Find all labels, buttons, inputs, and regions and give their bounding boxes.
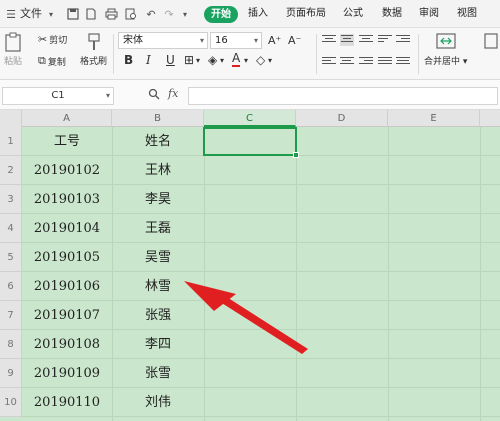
italic-button[interactable]: I	[146, 53, 151, 67]
align-middle-icon[interactable]	[340, 34, 354, 46]
paste-icon	[5, 32, 21, 52]
menu-bar: ☰ 文件 ▾ ↶ ↷ ▾ 开始 插入 页面布局 公式 数据 审阅 视图	[0, 0, 500, 28]
copy-label: 复制	[47, 57, 66, 68]
eraser-icon[interactable]: ◇	[256, 53, 265, 67]
wrap-text-icon[interactable]	[378, 35, 392, 47]
chevron-down-icon[interactable]: ▾	[220, 56, 224, 65]
name-box-value: C1	[51, 90, 65, 101]
merge-center-label: 合并居中 ▾	[424, 57, 468, 67]
chevron-down-icon: ▾	[105, 91, 110, 100]
formula-bar: C1 ▾ fx	[0, 80, 500, 110]
chevron-down-icon: ▾	[253, 36, 258, 45]
save-icon[interactable]	[66, 7, 80, 21]
quick-access-more-icon[interactable]: ▾	[178, 7, 192, 21]
merge-cells-icon	[436, 33, 456, 49]
red-arrow-annotation	[184, 281, 308, 354]
divider	[113, 34, 114, 74]
distributed-icon[interactable]	[396, 57, 410, 69]
align-top-icon[interactable]	[322, 35, 336, 47]
merge-center-button[interactable]: 合并居中 ▾	[424, 32, 467, 67]
spreadsheet-grid[interactable]: A B C D E 1 工号 姓名 2 20190102 王林 3 20190103 李昊 4 20…	[0, 110, 500, 421]
chevron-down-icon: ▾	[199, 36, 204, 45]
font-color-button[interactable]: A	[232, 52, 241, 67]
chevron-down-icon[interactable]: ▾	[44, 7, 58, 21]
bold-button[interactable]: B	[124, 53, 133, 67]
paste-label: 粘贴	[4, 57, 23, 67]
font-name-select[interactable]: 宋体 ▾	[118, 32, 208, 49]
tab-insert[interactable]: 插入	[248, 0, 268, 28]
copy-button[interactable]: ⧉ 复制	[38, 54, 66, 68]
redo-icon[interactable]: ↷	[162, 7, 176, 21]
align-right-icon[interactable]	[359, 57, 373, 69]
chevron-down-icon[interactable]: ▾	[268, 56, 272, 65]
align-bottom-icon[interactable]	[359, 35, 373, 47]
cut-button[interactable]: ✂ 剪切	[38, 33, 67, 46]
font-name-value: 宋体	[123, 35, 143, 46]
tab-view[interactable]: 视图	[457, 0, 477, 28]
export-pdf-icon[interactable]	[84, 7, 98, 21]
justify-icon[interactable]	[378, 57, 392, 69]
tab-home[interactable]: 开始	[204, 6, 238, 23]
border-icon[interactable]: ⊞	[184, 53, 194, 67]
divider	[316, 34, 317, 74]
indent-icon[interactable]	[396, 35, 410, 47]
divider	[418, 34, 419, 74]
file-menu[interactable]: 文件	[20, 0, 42, 28]
print-preview-icon[interactable]	[124, 7, 138, 21]
font-size-value: 16	[215, 35, 228, 46]
align-center-icon[interactable]	[340, 57, 354, 69]
fill-color-icon[interactable]: ◈	[208, 53, 217, 67]
increase-font-icon[interactable]: A⁺	[268, 34, 281, 47]
underline-button[interactable]: U	[166, 53, 175, 67]
wrap-button[interactable]	[484, 32, 498, 50]
tab-review[interactable]: 审阅	[419, 0, 439, 28]
scissors-icon: ✂	[38, 33, 48, 46]
copy-icon: ⧉	[38, 54, 46, 67]
hamburger-menu-icon[interactable]: ☰	[4, 7, 18, 21]
brush-icon	[87, 33, 100, 50]
name-box[interactable]: C1 ▾	[2, 87, 114, 105]
ribbon-toolbar: 粘贴 ✂ 剪切 ⧉ 复制 格式刷 宋体 ▾ 16 ▾ A⁺ A⁻ B I U ⊞…	[0, 28, 500, 80]
tab-data[interactable]: 数据	[382, 0, 402, 28]
tab-page-layout[interactable]: 页面布局	[286, 0, 326, 28]
chevron-down-icon[interactable]: ▾	[196, 56, 200, 65]
decrease-font-icon[interactable]: A⁻	[288, 34, 301, 47]
tab-formulas[interactable]: 公式	[343, 0, 363, 28]
undo-icon[interactable]: ↶	[144, 7, 158, 21]
chevron-down-icon[interactable]: ▾	[244, 56, 248, 65]
align-left-icon[interactable]	[322, 57, 336, 69]
paste-button[interactable]: 粘贴	[4, 32, 22, 67]
fx-button[interactable]: fx	[168, 87, 178, 100]
zoom-search-icon[interactable]	[148, 88, 160, 103]
font-size-select[interactable]: 16 ▾	[210, 32, 262, 49]
formula-input[interactable]	[188, 87, 498, 105]
format-painter-button[interactable]: 格式刷	[80, 32, 107, 67]
cut-label: 剪切	[49, 36, 68, 46]
print-icon[interactable]	[104, 7, 118, 21]
format-painter-label: 格式刷	[80, 57, 108, 67]
wrap-icon	[484, 33, 498, 49]
